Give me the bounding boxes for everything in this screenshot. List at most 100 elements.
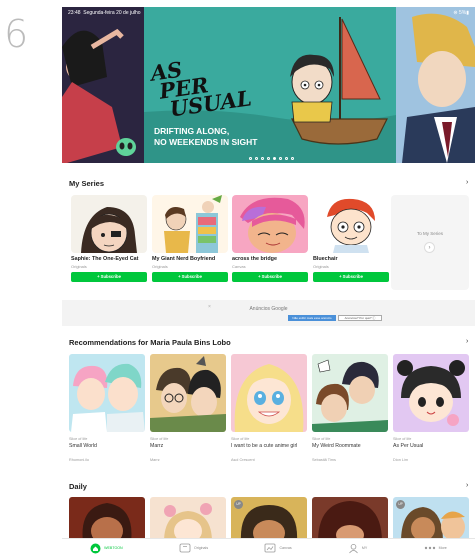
tab-label: MY — [361, 546, 368, 550]
daily-card[interactable] — [69, 497, 145, 542]
series-card[interactable]: Saphie: The One-Eyed Cat Originals + Sub… — [71, 195, 147, 290]
carousel-dot-active — [273, 157, 276, 160]
daily-title: Daily — [69, 482, 87, 491]
recommendation-author: Rhomoni.ilo — [69, 457, 90, 462]
banner-subtitle: DRIFTING ALONG, NO WEEKENDS IN SIGHT — [154, 126, 258, 147]
tab-label: WEBTOON — [104, 546, 123, 550]
daily-chevron-icon[interactable]: › — [466, 482, 468, 489]
carousel-dot — [291, 157, 294, 160]
recommendation-title: Small World — [69, 442, 97, 449]
google-ad-banner: × Anúncios Google Não exibir mais esse a… — [62, 300, 475, 326]
series-title: Bluechair — [313, 256, 338, 262]
recommendation-genre: Slice of life — [312, 437, 331, 441]
subscribe-button[interactable]: + Subscribe — [152, 272, 228, 282]
canvas-icon — [265, 543, 276, 553]
series-title: across the bridge — [232, 256, 277, 262]
tab-more[interactable]: More — [424, 545, 447, 551]
carousel-dot — [261, 157, 264, 160]
tab-webtoon[interactable]: WEBTOON — [90, 543, 123, 554]
recommendation-title: My Weird Roommate — [312, 442, 361, 449]
series-card[interactable]: Bluechair Originals + Subscribe — [313, 195, 389, 290]
series-card[interactable]: across the bridge Canvas + Subscribe — [232, 195, 308, 290]
recommendation-title: I want to be a cute anime girl — [231, 442, 298, 449]
series-title: Saphie: The One-Eyed Cat — [71, 256, 139, 262]
tab-label: More — [438, 546, 447, 550]
series-card[interactable]: My Giant Nerd Boyfriend Originals + Subs… — [152, 195, 228, 290]
recommendation-thumbnail — [69, 354, 145, 432]
recommendation-card[interactable]: Slice of life I want to be a cute anime … — [231, 354, 307, 469]
carousel-dot — [267, 157, 270, 160]
recommendation-card[interactable]: Slice of life Small World Rhomoni.ilo — [69, 354, 145, 469]
status-bar: 23:48 Segunda-feira 20 de julho ⊜ 5%▮ — [62, 7, 475, 19]
arrow-right-icon[interactable]: › — [424, 242, 435, 253]
recommendation-thumbnail — [393, 354, 469, 432]
series-genre: Originals — [71, 264, 87, 269]
carousel-dot — [249, 157, 252, 160]
series-genre: Originals — [152, 264, 168, 269]
recommendation-title: Marrz — [150, 442, 164, 449]
subscribe-button[interactable]: + Subscribe — [232, 272, 308, 282]
recommendations-title: Recommendations for Maria Paula Bins Lob… — [69, 338, 231, 347]
tab-label: Canvas — [279, 546, 292, 550]
recommendation-author: Dion Lim — [393, 457, 408, 462]
recommendation-thumbnail — [150, 354, 226, 432]
recommendation-title: As Per Usual — [393, 442, 424, 449]
to-my-series-card[interactable]: To My Series › — [391, 195, 469, 290]
recommendation-author: Marrz — [150, 457, 160, 462]
subscribe-button[interactable]: + Subscribe — [71, 272, 147, 282]
carousel-dots[interactable] — [249, 157, 294, 160]
tab-originals[interactable]: Originals — [179, 543, 208, 553]
daily-card[interactable]: UP — [231, 497, 307, 542]
originals-icon — [179, 543, 191, 553]
recommendation-card[interactable]: Slice of life My Weird Roommate Sebastiã… — [312, 354, 388, 469]
subscribe-button[interactable]: + Subscribe — [313, 272, 389, 282]
recommendation-genre: Slice of life — [69, 437, 88, 441]
carousel-dot — [285, 157, 288, 160]
tab-canvas[interactable]: Canvas — [264, 543, 292, 553]
carousel-dot — [255, 157, 258, 160]
why-ad-button[interactable]: Anúncios? Por quê? ⓘ — [338, 315, 382, 321]
up-badge: UP — [396, 500, 405, 509]
series-thumbnail — [152, 195, 228, 253]
series-title: My Giant Nerd Boyfriend — [152, 256, 216, 262]
series-genre: Originals — [313, 264, 329, 269]
series-thumbnail — [71, 195, 147, 253]
recommendation-card[interactable]: Slice of life Marrz Marrz — [150, 354, 226, 469]
tab-label: Originals — [193, 546, 209, 550]
recommendation-card[interactable]: Slice of life As Per Usual Dion Lim — [393, 354, 469, 469]
status-time: 23:48 Segunda-feira 20 de julho — [68, 10, 141, 16]
bottom-navigation: WEBTOON Originals Canvas MY More — [62, 538, 475, 557]
recommendation-genre: Slice of life — [393, 437, 412, 441]
recommendation-genre: Slice of life — [231, 437, 250, 441]
recommendation-author: Asol Crescent — [231, 457, 255, 462]
to-my-series-label: To My Series — [416, 231, 443, 236]
series-thumbnail — [313, 195, 389, 253]
recommendation-thumbnail — [231, 354, 307, 432]
recommendation-genre: Slice of life — [150, 437, 169, 441]
recommendations-chevron-icon[interactable]: › — [466, 338, 468, 345]
tab-my[interactable]: MY — [348, 543, 367, 554]
daily-card[interactable] — [150, 497, 226, 542]
app-screen: 6 23:48 Segunda-feira 20 de julho ⊜ 5%▮ — [0, 0, 475, 557]
recommendation-thumbnail — [312, 354, 388, 432]
banner-artwork — [62, 7, 475, 163]
boat-hull — [291, 118, 388, 145]
ad-label: Anúncios Google — [249, 306, 288, 312]
battery-indicator: ⊜ 5%▮ — [453, 10, 469, 16]
recommendation-author: Sebastiã Tims — [312, 457, 336, 462]
carousel-dot — [279, 157, 282, 160]
daily-card[interactable] — [312, 497, 388, 542]
featured-banner[interactable] — [62, 7, 475, 163]
hide-ad-button[interactable]: Não exibir mais esse anúncio — [288, 315, 336, 321]
my-icon — [349, 543, 358, 553]
banner-title: AS PER USUAL — [149, 51, 253, 122]
more-icon — [424, 546, 435, 550]
page-number: 6 — [4, 12, 29, 56]
my-series-chevron-icon[interactable]: › — [466, 179, 468, 186]
my-series-title: My Series — [69, 179, 105, 188]
alien-icon — [116, 138, 136, 156]
home-icon — [90, 543, 101, 553]
series-thumbnail — [232, 195, 308, 253]
daily-card[interactable]: UP — [393, 497, 469, 542]
series-genre: Canvas — [232, 264, 246, 269]
